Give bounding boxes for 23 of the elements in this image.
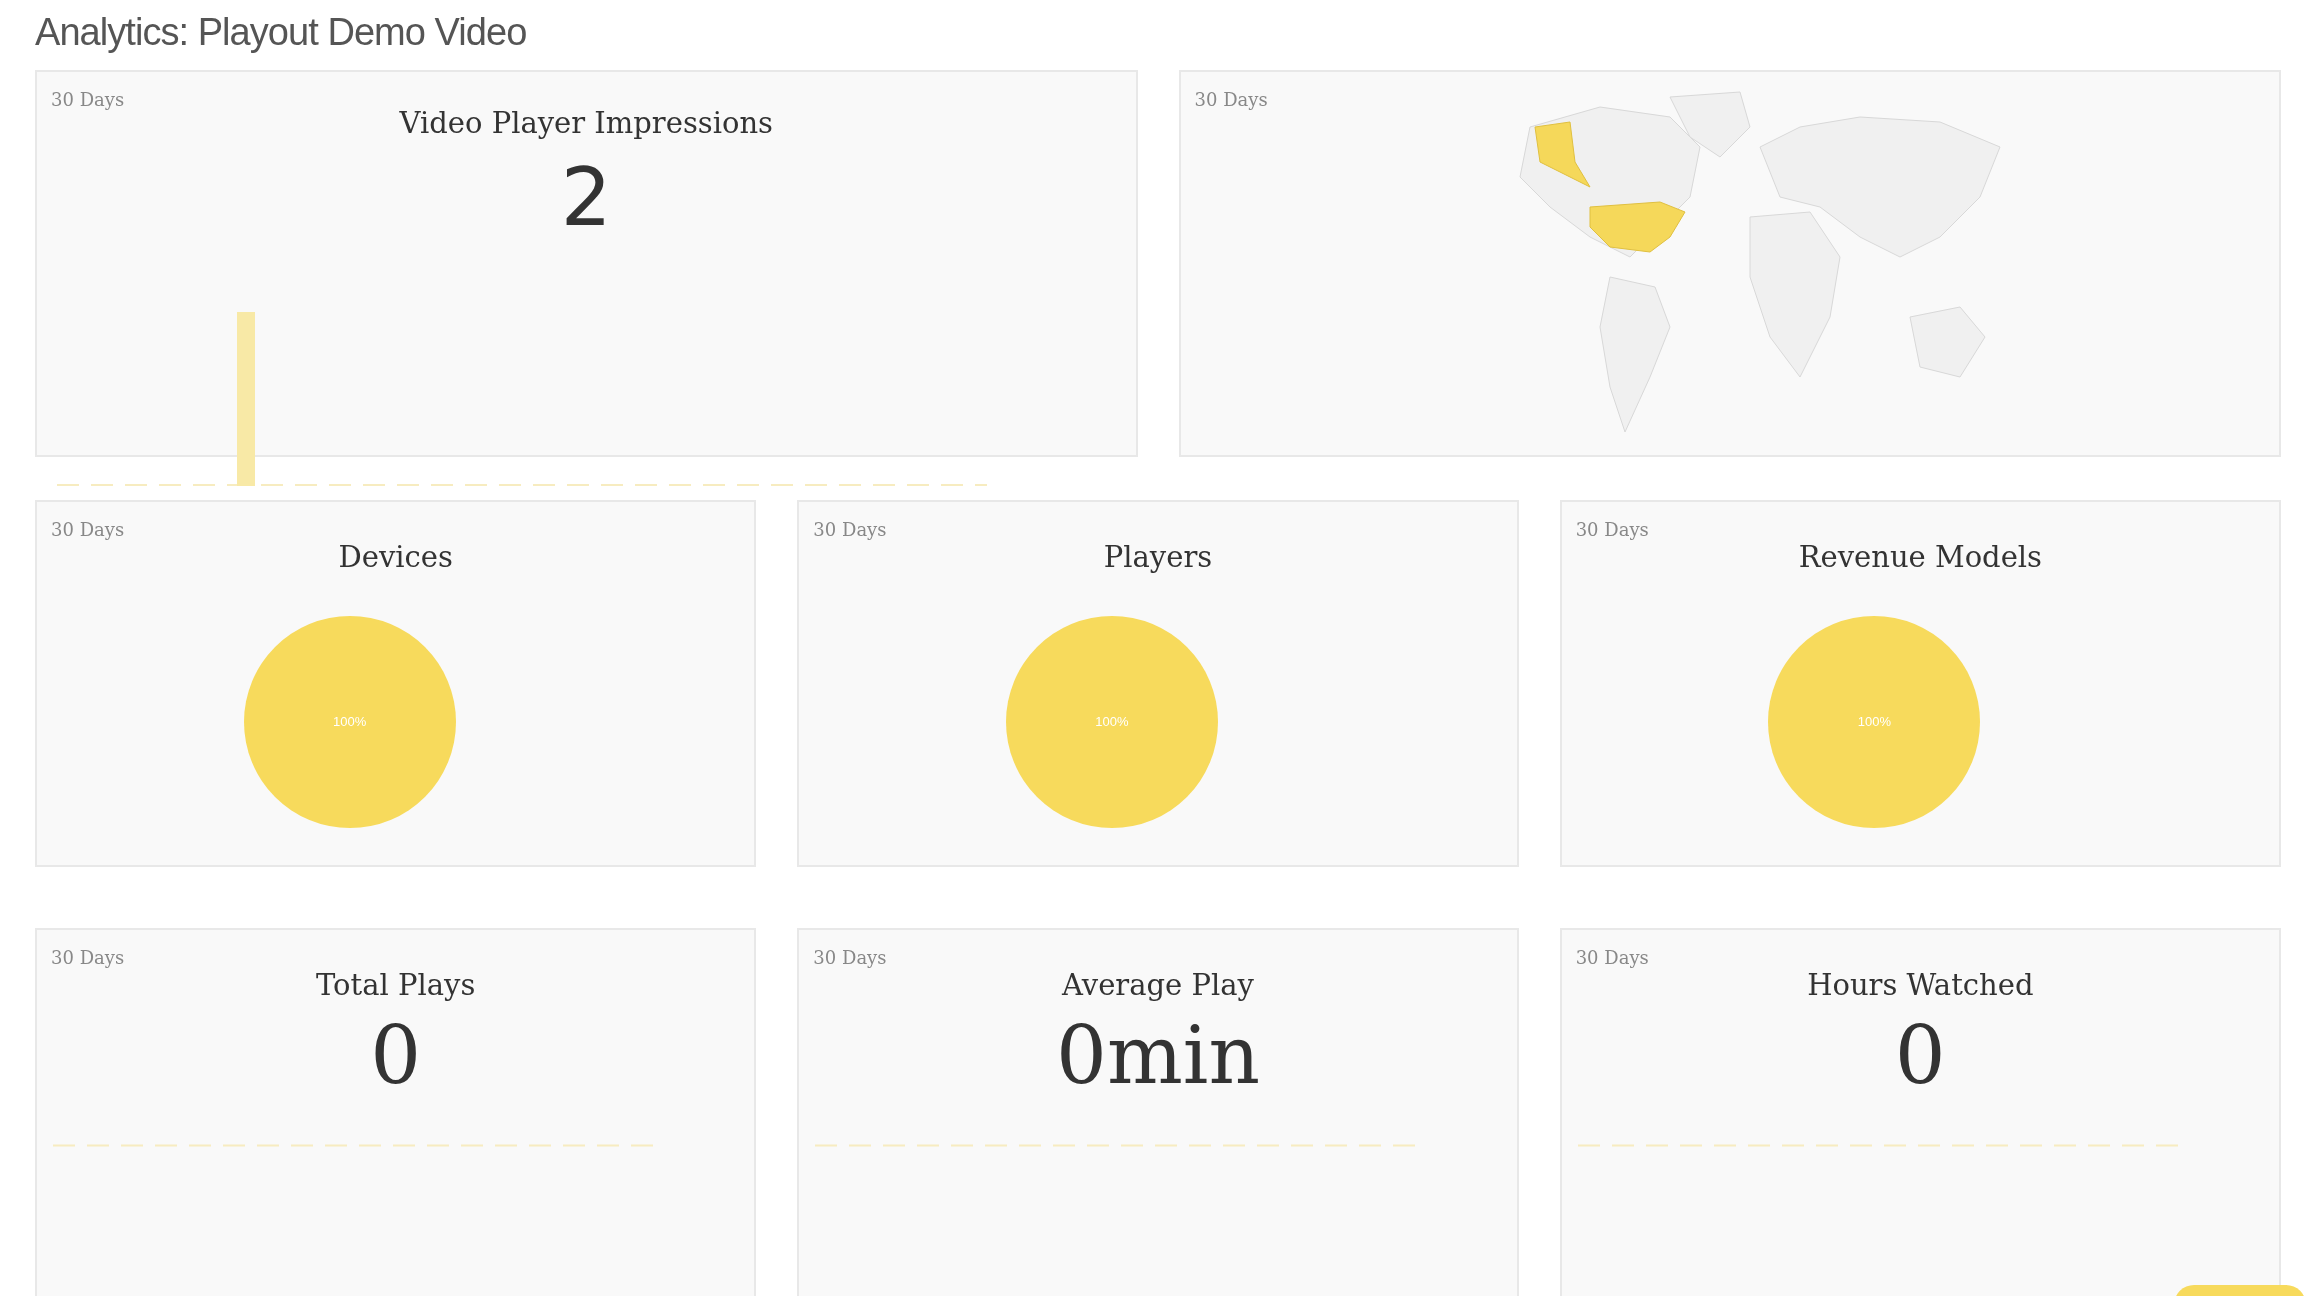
period-label: 30 Days — [51, 946, 125, 970]
metric-value: 2 — [560, 157, 612, 238]
slice-label: 100% — [1857, 712, 1891, 731]
period-label: 30 Days — [51, 518, 125, 542]
metric-value: 0 — [370, 1015, 422, 1096]
period-label: 30 Days — [813, 946, 887, 970]
metric-value: 0min — [1056, 1015, 1260, 1096]
card-title: Total Plays — [316, 967, 476, 1004]
metric-value: 0 — [1894, 1015, 1946, 1096]
page-title: Analytics: Playout Demo Video — [35, 10, 528, 55]
card-title: Players — [1103, 539, 1213, 576]
period-label: 30 Days — [1194, 88, 1268, 112]
period-label: 30 Days — [1575, 946, 1649, 970]
slice-label: 100% — [1095, 712, 1129, 731]
card-title: Hours Watched — [1807, 967, 2034, 1004]
card-title: Average Play — [1062, 967, 1254, 1004]
card-title: Devices — [338, 539, 453, 576]
card-title: Video Player Impressions — [399, 105, 773, 142]
card-title: Revenue Models — [1798, 539, 2042, 576]
period-label: 30 Days — [51, 88, 125, 112]
period-label: 30 Days — [813, 518, 887, 542]
period-label: 30 Days — [1575, 518, 1649, 542]
slice-label: 100% — [333, 712, 367, 731]
